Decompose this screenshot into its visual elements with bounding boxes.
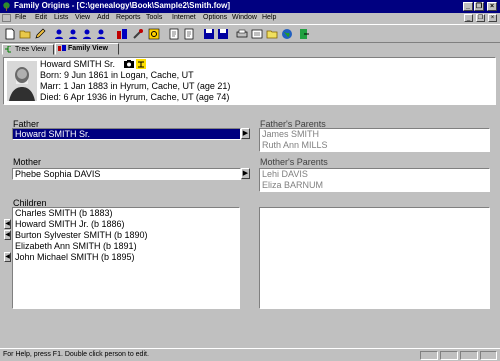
menu-window[interactable]: Window [232, 14, 257, 21]
child-row[interactable]: Burton Sylvester SMITH (b 1890) [13, 230, 239, 241]
status-bar: For Help, press F1. Double click person … [0, 348, 500, 361]
document-system-menu-icon[interactable] [2, 14, 11, 22]
print-icon[interactable] [236, 28, 248, 40]
camera-icon[interactable] [124, 59, 134, 69]
exit-icon[interactable] [298, 28, 310, 40]
status-text: For Help, press F1. Double click person … [3, 351, 149, 358]
child-row[interactable]: John Michael SMITH (b 1895) [13, 252, 239, 263]
child-5-family-arrow-icon[interactable]: ◀ [4, 252, 11, 262]
tree-view-icon [5, 46, 11, 53]
mother-field[interactable]: Phebe Sophia DAVIS [12, 168, 241, 180]
family-view-panel: Howard SMITH Sr. Born: 9 Jun 1861 in Log… [0, 55, 500, 348]
edit-pencil-icon[interactable] [34, 28, 46, 40]
notes-icon[interactable] [251, 28, 263, 40]
person-portrait[interactable] [7, 61, 37, 101]
mdi-close-button[interactable]: × [488, 14, 497, 22]
save-icon[interactable] [203, 28, 215, 40]
new-file-icon[interactable] [4, 28, 16, 40]
close-button[interactable]: × [487, 2, 497, 11]
status-panel-1 [420, 351, 438, 360]
father-next-button[interactable]: ▶ [241, 128, 250, 139]
menu-reports[interactable]: Reports [116, 14, 141, 21]
app-tree-icon [3, 2, 10, 11]
father-value: Howard SMITH Sr. [13, 129, 240, 139]
backup-icon[interactable] [217, 28, 229, 40]
mother-value: Phebe Sophia DAVIS [15, 169, 101, 179]
fathers-parent-2[interactable]: Ruth Ann MILLS [260, 140, 489, 151]
menu-add[interactable]: Add [97, 14, 109, 21]
family-tree-icon[interactable] [136, 59, 146, 69]
menu-bar: File Edit Lists View Add Reports Tools I… [0, 13, 500, 24]
father-field[interactable]: Howard SMITH Sr. [12, 128, 241, 140]
child-details-box [259, 207, 490, 309]
person-born: Born: 9 Jun 1861 in Logan, Cache, UT [40, 70, 194, 80]
menu-lists[interactable]: Lists [54, 14, 68, 21]
mothers-parents-label: Mother's Parents [260, 157, 328, 167]
fathers-parent-1[interactable]: James SMITH [260, 129, 489, 140]
menu-edit[interactable]: Edit [35, 14, 47, 21]
internet-globe-icon[interactable] [281, 28, 293, 40]
menu-help[interactable]: Help [262, 14, 276, 21]
tools-icon[interactable] [132, 28, 144, 40]
mothers-parent-1[interactable]: Lehi DAVIS [260, 169, 489, 180]
mdi-minimize-button[interactable]: _ [464, 14, 473, 22]
status-panel-2 [440, 351, 458, 360]
person-header[interactable]: Howard SMITH Sr. Born: 9 Jun 1861 in Log… [3, 57, 496, 105]
restore-button[interactable]: ❐ [474, 2, 484, 11]
fathers-parents-box: James SMITH Ruth Ann MILLS [259, 128, 490, 152]
child-row[interactable]: Howard SMITH Jr. (b 1886) [13, 219, 239, 230]
report-icon[interactable] [168, 28, 180, 40]
window-title: Family Origins - [C:\genealogy\Book\Samp… [14, 1, 231, 10]
tab-tree-view[interactable]: Tree View [2, 44, 54, 55]
view-tabs: Tree View Family View [0, 43, 500, 55]
title-bar: Family Origins - [C:\genealogy\Book\Samp… [0, 0, 500, 13]
search-icon[interactable] [148, 28, 160, 40]
status-panel-4 [480, 351, 497, 360]
add-spouse-icon[interactable] [67, 28, 79, 40]
person-died: Died: 6 Apr 1936 in Hyrum, Cache, UT (ag… [40, 92, 230, 102]
menu-view[interactable]: View [75, 14, 90, 21]
child-3-family-arrow-icon[interactable]: ◀ [4, 230, 11, 240]
add-person-icon[interactable] [53, 28, 65, 40]
family-group-icon[interactable] [116, 28, 128, 40]
tab-family-view-label: Family View [68, 45, 108, 52]
open-folder-icon[interactable] [19, 28, 31, 40]
children-list: Charles SMITH (b 1883) Howard SMITH Jr. … [12, 207, 240, 309]
tab-family-view[interactable]: Family View [55, 43, 119, 55]
mother-label: Mother [13, 157, 42, 167]
person-married: Marr: 1 Jan 1883 in Hyrum, Cache, UT (ag… [40, 81, 231, 91]
family-view-icon [58, 45, 66, 51]
mothers-parents-box: Lehi DAVIS Eliza BARNUM [259, 168, 490, 192]
folder-icon[interactable] [266, 28, 278, 40]
child-row[interactable]: Elizabeth Ann SMITH (b 1891) [13, 241, 239, 252]
minimize-button[interactable]: _ [463, 2, 473, 11]
menu-options[interactable]: Options [203, 14, 227, 21]
status-panel-3 [460, 351, 478, 360]
menu-tools[interactable]: Tools [146, 14, 162, 21]
menu-file[interactable]: File [15, 14, 26, 21]
tab-tree-view-label: Tree View [15, 46, 47, 53]
add-child-icon[interactable] [95, 28, 107, 40]
menu-internet[interactable]: Internet [172, 14, 196, 21]
pedigree-report-icon[interactable] [183, 28, 195, 40]
mother-next-button[interactable]: ▶ [241, 168, 250, 179]
toolbar [0, 24, 500, 43]
person-name: Howard SMITH Sr. [40, 59, 116, 69]
child-row[interactable]: Charles SMITH (b 1883) [13, 208, 239, 219]
mothers-parent-2[interactable]: Eliza BARNUM [260, 180, 489, 191]
add-parents-icon[interactable] [81, 28, 93, 40]
mdi-restore-button[interactable]: ❐ [476, 14, 485, 22]
child-2-family-arrow-icon[interactable]: ◀ [4, 219, 11, 229]
